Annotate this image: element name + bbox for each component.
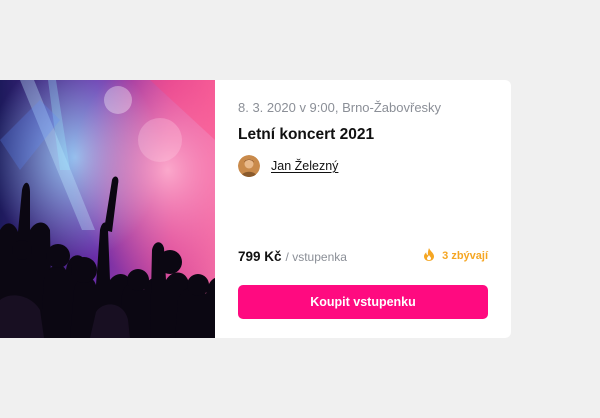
event-details: 8. 3. 2020 v 9:00, Brno-Žabovřesky Letní… bbox=[215, 80, 511, 338]
event-date-location: 8. 3. 2020 v 9:00, Brno-Žabovřesky bbox=[238, 100, 442, 115]
remaining-badge: 3 zbývají bbox=[424, 248, 488, 264]
fire-icon bbox=[424, 248, 435, 264]
remaining-text: 3 zbývají bbox=[442, 250, 488, 262]
price-block: 799 Kč / vstupenka bbox=[238, 248, 347, 266]
event-card: 8. 3. 2020 v 9:00, Brno-Žabovřesky Letní… bbox=[0, 80, 511, 338]
avatar bbox=[238, 155, 260, 177]
buy-ticket-button[interactable]: Koupit vstupenku bbox=[238, 285, 488, 319]
concert-photo bbox=[0, 80, 215, 338]
author-name: Jan Železný bbox=[271, 159, 339, 173]
event-title: Letní koncert 2021 bbox=[238, 126, 375, 143]
ticket-price: 799 Kč bbox=[238, 249, 282, 264]
price-unit: / vstupenka bbox=[285, 250, 347, 264]
price-row: 799 Kč / vstupenka 3 zbývají bbox=[238, 248, 488, 266]
author-link[interactable]: Jan Železný bbox=[238, 155, 338, 177]
